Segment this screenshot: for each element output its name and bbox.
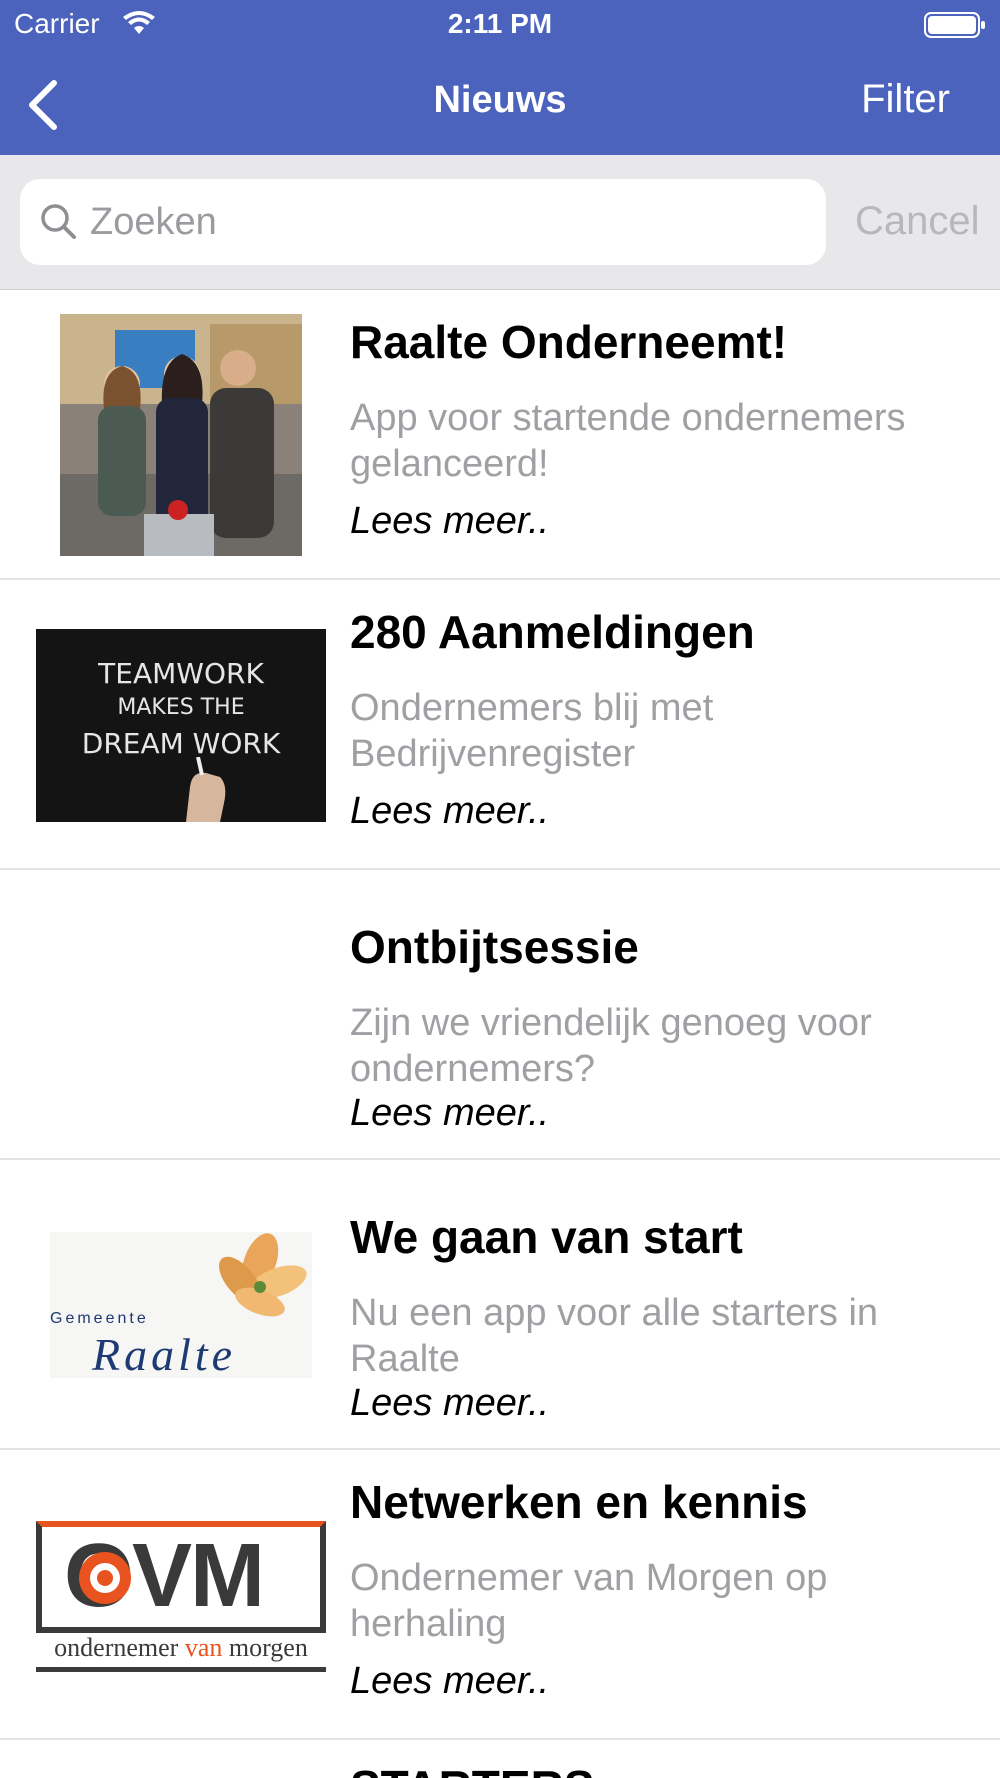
logo-word: morgen	[228, 1633, 308, 1662]
news-item[interactable]: TEAMWORK MAKES THE DREAM WORK 280 Aanmel…	[0, 580, 1000, 870]
top-bar: Carrier 2:11 PM Nieuws Filter	[0, 0, 1000, 155]
page-title: Nieuws	[433, 79, 567, 121]
search-icon	[41, 204, 76, 239]
flower-logo-icon	[219, 1233, 307, 1317]
battery-icon	[924, 12, 985, 38]
logo-text-gemeente: Gemeente	[50, 1310, 149, 1327]
hand-icon	[186, 756, 226, 822]
image-text-line: TEAMWORK	[98, 656, 264, 690]
logo-word: ondernemer	[54, 1633, 179, 1662]
news-title: Raalte Onderneemt!	[350, 316, 788, 368]
news-list: Raalte Onderneemt! App voor startende on…	[0, 290, 1000, 1778]
news-title: Ontbijtsessie	[350, 921, 639, 973]
ovm-logo: OVM ondernemer van morgen	[36, 1515, 326, 1675]
news-subtitle: Ondernemer van Morgen op herhaling	[350, 1557, 828, 1645]
image-text-line: MAKES THE	[117, 694, 245, 720]
logo-word: van	[184, 1633, 223, 1662]
news-title: Netwerken en kennis	[350, 1476, 808, 1528]
news-title: STARTERS......	[350, 1760, 671, 1778]
filter-button[interactable]: Filter	[861, 77, 950, 122]
status-bar: Carrier 2:11 PM	[0, 0, 1000, 50]
news-subtitle: App voor startende ondernemers gelanceer…	[350, 397, 906, 485]
news-item[interactable]: STARTERS......	[0, 1740, 1000, 1778]
logo-text-raalte: Raalte	[92, 1329, 237, 1380]
search-bar: Cancel	[0, 155, 1000, 290]
news-item[interactable]: Gemeente Raalte We gaan van start Nu een…	[0, 1160, 1000, 1450]
news-image: TEAMWORK MAKES THE DREAM WORK	[36, 600, 326, 850]
read-more-link[interactable]: Lees meer..	[350, 1382, 549, 1425]
read-more-link[interactable]: Lees meer..	[350, 1092, 549, 1135]
news-title: We gaan van start	[350, 1211, 743, 1263]
news-image-empty	[36, 890, 326, 1140]
target-icon	[79, 1552, 131, 1604]
status-time: 2:11 PM	[447, 8, 553, 39]
read-more-link[interactable]: Lees meer..	[350, 1660, 549, 1703]
news-item[interactable]: Raalte Onderneemt! App voor startende on…	[0, 290, 1000, 580]
gemeente-raalte-logo: Gemeente Raalte	[50, 1232, 312, 1380]
logo-underline	[36, 1667, 326, 1672]
search-field[interactable]	[20, 179, 826, 265]
read-more-link[interactable]: Lees meer..	[350, 500, 549, 543]
news-photo	[36, 310, 326, 560]
news-subtitle: Ondernemers blij met Bedrijvenregister	[350, 687, 714, 775]
teamwork-image: TEAMWORK MAKES THE DREAM WORK	[36, 628, 326, 822]
news-item[interactable]: OVM ondernemer van morgen Netwerken en k…	[0, 1450, 1000, 1740]
news-image: Gemeente Raalte	[36, 1180, 326, 1430]
cancel-button[interactable]: Cancel	[855, 199, 980, 244]
logo-subtext: ondernemer van morgen	[36, 1633, 326, 1663]
news-subtitle: Zijn we vriendelijk genoeg voor ondernem…	[350, 1002, 872, 1090]
read-more-link[interactable]: Lees meer..	[350, 790, 549, 833]
navigation-bar: Nieuws Filter	[0, 55, 1000, 155]
people-photo-image	[60, 314, 302, 556]
news-subtitle: Nu een app voor alle starters in Raalte	[350, 1292, 879, 1380]
news-item[interactable]: Ontbijtsessie Zijn we vriendelijk genoeg…	[0, 870, 1000, 1160]
news-image: OVM ondernemer van morgen	[36, 1470, 326, 1720]
image-text-line: DREAM WORK	[81, 726, 281, 760]
search-input[interactable]	[90, 179, 810, 265]
news-title: 280 Aanmeldingen	[350, 606, 755, 658]
